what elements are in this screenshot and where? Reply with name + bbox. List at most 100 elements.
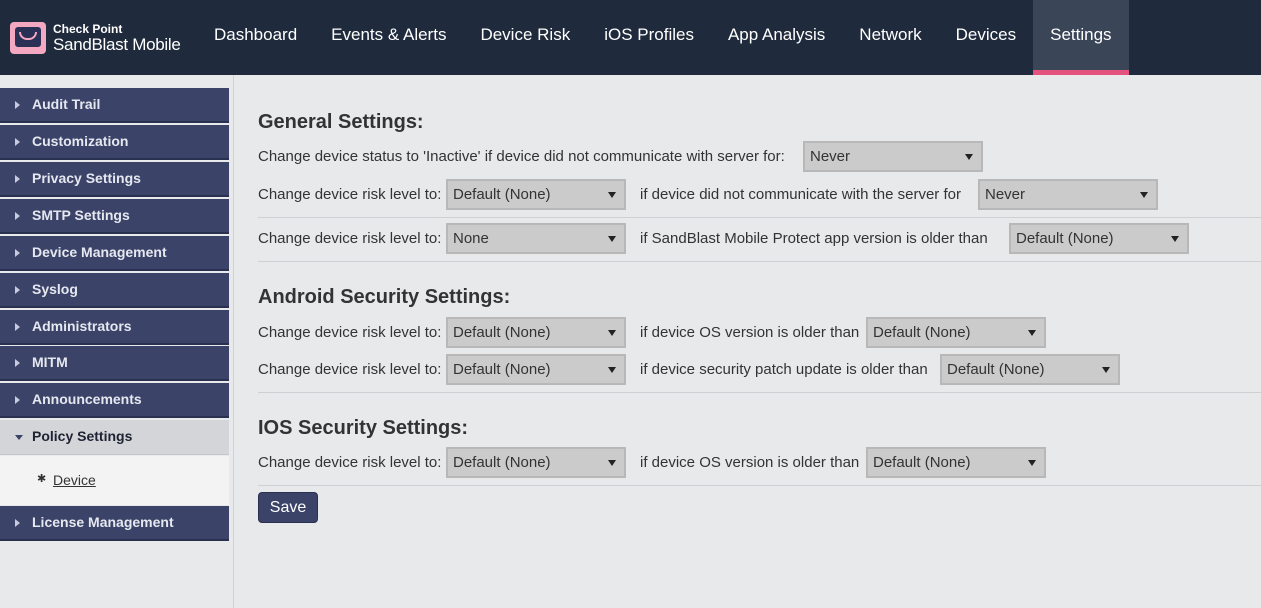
ios-os-version-select[interactable]: Default (None) bbox=[866, 447, 1046, 478]
sidebar-item-label: License Management bbox=[32, 514, 174, 530]
caret-right-icon bbox=[15, 286, 20, 294]
sidebar-item-label: Customization bbox=[32, 133, 129, 149]
dropdown-arrow-icon bbox=[1102, 367, 1110, 373]
divider bbox=[258, 261, 1261, 262]
general-settings-title: General Settings: bbox=[258, 111, 424, 133]
dropdown-arrow-icon bbox=[1028, 460, 1036, 466]
nav-device-risk[interactable]: Device Risk bbox=[463, 0, 587, 75]
caret-right-icon bbox=[15, 138, 20, 146]
ios-os-version-label: if device OS version is older than bbox=[640, 454, 860, 471]
divider bbox=[258, 392, 1261, 393]
nav-devices[interactable]: Devices bbox=[939, 0, 1033, 75]
general-app-version-label: if SandBlast Mobile Protect app version … bbox=[640, 230, 988, 247]
dropdown-arrow-icon bbox=[608, 236, 616, 242]
dropdown-arrow-icon bbox=[608, 460, 616, 466]
sidebar-item-label: Device Management bbox=[32, 244, 167, 260]
sidebar-item-label: SMTP Settings bbox=[32, 207, 130, 223]
sidebar-item-device-management[interactable]: Device Management bbox=[0, 236, 229, 271]
nav-network[interactable]: Network bbox=[842, 0, 938, 75]
sidebar-item-label: Administrators bbox=[32, 318, 132, 334]
gear-icon: ✱ bbox=[37, 473, 47, 485]
sidebar-item-mitm[interactable]: MITM bbox=[0, 346, 229, 381]
select-value: None bbox=[453, 230, 489, 247]
sidebar-item-label: Announcements bbox=[32, 391, 142, 407]
save-button[interactable]: Save bbox=[258, 492, 318, 523]
general-no-communication-label: if device did not communicate with the s… bbox=[640, 186, 961, 203]
general-no-communication-select[interactable]: Never bbox=[978, 179, 1158, 210]
general-risk-label: Change device risk level to: bbox=[258, 186, 442, 203]
select-value: Default (None) bbox=[453, 186, 551, 203]
dropdown-arrow-icon bbox=[1028, 330, 1036, 336]
general-risk-select[interactable]: Default (None) bbox=[446, 179, 626, 210]
sidebar-item-label: Privacy Settings bbox=[32, 170, 141, 186]
dropdown-arrow-icon bbox=[965, 154, 973, 160]
general-inactive-select[interactable]: Never bbox=[803, 141, 983, 172]
divider bbox=[258, 485, 1261, 486]
dropdown-arrow-icon bbox=[1140, 192, 1148, 198]
caret-right-icon bbox=[15, 323, 20, 331]
brand-badge-icon bbox=[10, 22, 46, 54]
caret-right-icon bbox=[15, 519, 20, 527]
nav-dashboard[interactable]: Dashboard bbox=[197, 0, 314, 75]
sidebar-item-label: Policy Settings bbox=[32, 428, 133, 444]
sidebar-item-customization[interactable]: Customization bbox=[0, 125, 229, 160]
brand-line2: SandBlast Mobile bbox=[53, 35, 181, 54]
general-app-version-risk-select[interactable]: None bbox=[446, 223, 626, 254]
select-value: Default (None) bbox=[453, 324, 551, 341]
sidebar-item-label: Audit Trail bbox=[32, 96, 101, 112]
ios-os-risk-label: Change device risk level to: bbox=[258, 454, 442, 471]
top-navigation-bar: Check Point SandBlast Mobile Dashboard E… bbox=[0, 0, 1261, 75]
sidebar-item-smtp-settings[interactable]: SMTP Settings bbox=[0, 199, 229, 234]
select-value: Default (None) bbox=[1016, 230, 1114, 247]
sidebar-item-label: MITM bbox=[32, 354, 68, 370]
caret-right-icon bbox=[15, 101, 20, 109]
sidebar-item-policy-settings[interactable]: Policy Settings bbox=[0, 420, 229, 455]
android-os-risk-label: Change device risk level to: bbox=[258, 324, 442, 341]
dropdown-arrow-icon bbox=[1171, 236, 1179, 242]
nav-events-alerts[interactable]: Events & Alerts bbox=[314, 0, 463, 75]
settings-sidebar: Audit Trail Customization Privacy Settin… bbox=[0, 75, 234, 608]
caret-right-icon bbox=[15, 249, 20, 257]
caret-right-icon bbox=[15, 396, 20, 404]
general-inactive-label: Change device status to 'Inactive' if de… bbox=[258, 148, 785, 165]
dropdown-arrow-icon bbox=[608, 330, 616, 336]
nav-settings[interactable]: Settings bbox=[1033, 0, 1130, 75]
sidebar-item-audit-trail[interactable]: Audit Trail bbox=[0, 88, 229, 123]
policy-settings-submenu: ✱ Device bbox=[0, 456, 229, 505]
sidebar-subitem-device[interactable]: ✱ Device bbox=[37, 472, 96, 488]
nav-app-analysis[interactable]: App Analysis bbox=[711, 0, 842, 75]
android-patch-risk-select[interactable]: Default (None) bbox=[446, 354, 626, 385]
select-value: Never bbox=[810, 148, 851, 165]
select-value: Default (None) bbox=[453, 361, 551, 378]
divider bbox=[258, 217, 1261, 218]
ios-settings-title: IOS Security Settings: bbox=[258, 417, 469, 439]
general-app-version-select[interactable]: Default (None) bbox=[1009, 223, 1189, 254]
android-os-version-select[interactable]: Default (None) bbox=[866, 317, 1046, 348]
android-patch-risk-label: Change device risk level to: bbox=[258, 361, 442, 378]
general-app-version-risk-label: Change device risk level to: bbox=[258, 230, 442, 247]
android-patch-label: if device security patch update is older… bbox=[640, 361, 928, 378]
settings-main-panel: General Settings: Change device status t… bbox=[235, 75, 1261, 608]
caret-down-icon bbox=[15, 435, 23, 440]
dropdown-arrow-icon bbox=[608, 367, 616, 373]
android-settings-title: Android Security Settings: bbox=[258, 286, 511, 308]
main-nav: Dashboard Events & Alerts Device Risk iO… bbox=[197, 0, 1130, 75]
dropdown-arrow-icon bbox=[608, 192, 616, 198]
brand-logo[interactable]: Check Point SandBlast Mobile bbox=[10, 20, 190, 56]
sidebar-item-announcements[interactable]: Announcements bbox=[0, 383, 229, 418]
brand-line1: Check Point bbox=[53, 22, 123, 36]
nav-ios-profiles[interactable]: iOS Profiles bbox=[587, 0, 711, 75]
select-value: Default (None) bbox=[873, 454, 971, 471]
select-value: Default (None) bbox=[453, 454, 551, 471]
sidebar-item-administrators[interactable]: Administrators bbox=[0, 310, 229, 345]
android-os-risk-select[interactable]: Default (None) bbox=[446, 317, 626, 348]
ios-os-risk-select[interactable]: Default (None) bbox=[446, 447, 626, 478]
android-os-version-label: if device OS version is older than bbox=[640, 324, 860, 341]
select-value: Default (None) bbox=[947, 361, 1045, 378]
sidebar-item-license-management[interactable]: License Management bbox=[0, 506, 229, 541]
select-value: Default (None) bbox=[873, 324, 971, 341]
android-patch-select[interactable]: Default (None) bbox=[940, 354, 1120, 385]
sidebar-item-label: Syslog bbox=[32, 281, 78, 297]
sidebar-item-privacy-settings[interactable]: Privacy Settings bbox=[0, 162, 229, 197]
sidebar-item-syslog[interactable]: Syslog bbox=[0, 273, 229, 308]
